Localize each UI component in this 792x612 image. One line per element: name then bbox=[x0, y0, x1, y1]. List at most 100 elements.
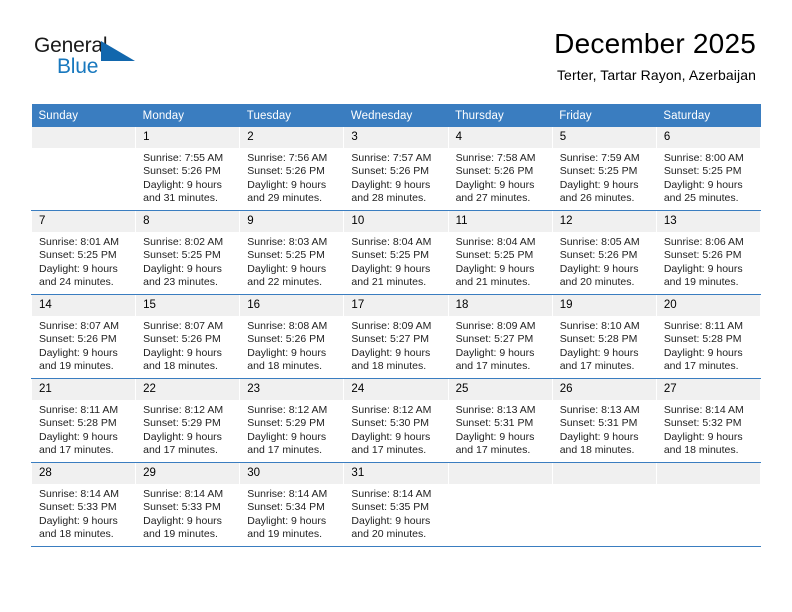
sun-info-daylight1: Daylight: 9 hours bbox=[247, 514, 327, 527]
sun-info-daylight2: and 26 minutes. bbox=[559, 191, 635, 204]
sun-info-daylight1: Daylight: 9 hours bbox=[559, 346, 639, 359]
day-cell-inner: 20 Sunrise: 8:11 AM Sunset: 5:28 PM Dayligh… bbox=[656, 295, 760, 378]
sun-info-sunset: Sunset: 5:26 PM bbox=[143, 333, 221, 346]
calendar-day-cell[interactable]: 12 Sunrise: 8:05 AM Sunset: 5:26 PM Dayligh… bbox=[551, 210, 657, 295]
calendar-day-cell[interactable]: 7 Sunrise: 8:01 AM Sunset: 5:25 PM Daylight… bbox=[30, 210, 137, 295]
calendar-day-cell[interactable]: 14 Sunrise: 8:07 AM Sunset: 5:26 PM Dayligh… bbox=[30, 294, 137, 379]
sun-info-daylight2: and 21 minutes. bbox=[455, 275, 531, 288]
calendar-day-cell[interactable]: 31 Sunrise: 8:14 AM Sunset: 5:35 PM Dayligh… bbox=[343, 462, 449, 547]
sun-info-daylight1: Daylight: 9 hours bbox=[351, 346, 431, 359]
sun-info-daylight1: Daylight: 9 hours bbox=[351, 262, 431, 275]
day-number: 18 bbox=[448, 295, 552, 316]
sun-info-daylight1: Daylight: 9 hours bbox=[663, 346, 743, 359]
day-cell-inner: 2 Sunrise: 7:56 AM Sunset: 5:26 PM Daylight… bbox=[240, 127, 344, 210]
day-cell-inner: 3 Sunrise: 7:57 AM Sunset: 5:26 PM Daylight… bbox=[344, 127, 448, 210]
calendar-day-cell[interactable]: 18 Sunrise: 8:09 AM Sunset: 5:27 PM Dayligh… bbox=[447, 294, 553, 379]
calendar-week-row: 21 Sunrise: 8:11 AM Sunset: 5:28 PM Dayligh… bbox=[30, 378, 762, 463]
sun-info-sunset: Sunset: 5:26 PM bbox=[247, 333, 325, 346]
calendar-day-cell[interactable]: 24 Sunrise: 8:12 AM Sunset: 5:30 PM Dayligh… bbox=[343, 378, 449, 463]
calendar-day-cell[interactable]: 11 Sunrise: 8:04 AM Sunset: 5:25 PM Dayligh… bbox=[447, 210, 553, 295]
sun-info-sunset: Sunset: 5:26 PM bbox=[455, 165, 534, 178]
day-number: 15 bbox=[136, 295, 240, 316]
sun-info-daylight2: and 23 minutes. bbox=[143, 275, 218, 288]
calendar-day-cell[interactable]: 27 Sunrise: 8:14 AM Sunset: 5:32 PM Dayligh… bbox=[655, 378, 762, 463]
calendar-day-cell[interactable]: 20 Sunrise: 8:11 AM Sunset: 5:28 PM Dayligh… bbox=[655, 294, 762, 379]
calendar-day-cell[interactable]: 15 Sunrise: 8:07 AM Sunset: 5:26 PM Dayligh… bbox=[135, 294, 241, 379]
sun-info-sunset: Sunset: 5:26 PM bbox=[351, 165, 430, 178]
sun-info: Sunrise: 8:14 AM Sunset: 5:35 PM Daylight:… bbox=[344, 484, 447, 541]
sun-info-daylight1: Daylight: 9 hours bbox=[143, 178, 222, 191]
weekday-header-friday: Friday bbox=[552, 104, 657, 127]
calendar-day-cell[interactable]: 10 Sunrise: 8:04 AM Sunset: 5:25 PM Dayligh… bbox=[343, 210, 449, 295]
calendar-day-cell[interactable]: 23 Sunrise: 8:12 AM Sunset: 5:29 PM Dayligh… bbox=[239, 378, 345, 463]
day-number: 5 bbox=[552, 127, 656, 148]
calendar-day-cell[interactable]: 2 Sunrise: 7:56 AM Sunset: 5:26 PM Daylight… bbox=[239, 127, 345, 211]
day-number: 21 bbox=[32, 379, 136, 400]
calendar-header-row: Sunday Monday Tuesday Wednesday Thursday Frid… bbox=[31, 104, 761, 127]
calendar-day-cell[interactable]: 13 Sunrise: 8:06 AM Sunset: 5:26 PM Dayligh… bbox=[655, 210, 762, 295]
calendar-day-cell[interactable]: 1 Sunrise: 7:55 AM Sunset: 5:26 PM Daylight… bbox=[135, 127, 241, 211]
calendar-day-cell[interactable]: 19 Sunrise: 8:10 AM Sunset: 5:28 PM Dayligh… bbox=[551, 294, 657, 379]
day-cell-inner: 9 Sunrise: 8:03 AM Sunset: 5:25 PM Daylight… bbox=[240, 211, 344, 294]
day-cell-inner: 10 Sunrise: 8:04 AM Sunset: 5:25 PM Dayligh… bbox=[344, 211, 448, 294]
sun-info-sunrise: Sunrise: 8:04 AM bbox=[455, 236, 536, 248]
sun-info-daylight1: Daylight: 9 hours bbox=[663, 430, 743, 443]
calendar-day-cell[interactable]: 28 Sunrise: 8:14 AM Sunset: 5:33 PM Dayligh… bbox=[30, 462, 137, 547]
sun-info-daylight2: and 18 minutes. bbox=[39, 527, 114, 540]
day-cell-inner: 21 Sunrise: 8:11 AM Sunset: 5:28 PM Dayligh… bbox=[32, 379, 136, 462]
sun-info-daylight2: and 17 minutes. bbox=[663, 359, 739, 372]
day-number: 14 bbox=[32, 295, 136, 316]
calendar-day-cell[interactable]: 3 Sunrise: 7:57 AM Sunset: 5:26 PM Daylight… bbox=[343, 127, 449, 211]
calendar-cell-empty bbox=[30, 127, 137, 211]
sun-info-sunset: Sunset: 5:25 PM bbox=[663, 165, 742, 178]
calendar-day-cell[interactable]: 4 Sunrise: 7:58 AM Sunset: 5:26 PM Daylight… bbox=[447, 127, 553, 211]
logo-triangle-icon bbox=[101, 41, 135, 61]
sun-info: Sunrise: 8:00 AM Sunset: 5:25 PM Daylight:… bbox=[657, 148, 760, 205]
day-number: 26 bbox=[552, 379, 656, 400]
day-number: 22 bbox=[136, 379, 240, 400]
day-cell-inner: 29 Sunrise: 8:14 AM Sunset: 5:33 PM Dayligh… bbox=[136, 463, 240, 546]
day-cell-inner bbox=[656, 463, 760, 546]
sun-info: Sunrise: 8:08 AM Sunset: 5:26 PM Daylight:… bbox=[240, 316, 343, 373]
calendar-day-cell[interactable]: 8 Sunrise: 8:02 AM Sunset: 5:25 PM Daylight… bbox=[135, 210, 241, 295]
sun-info: Sunrise: 8:07 AM Sunset: 5:26 PM Daylight:… bbox=[32, 316, 135, 373]
calendar-day-cell[interactable]: 6 Sunrise: 8:00 AM Sunset: 5:25 PM Daylight… bbox=[655, 127, 762, 211]
sun-info-sunset: Sunset: 5:32 PM bbox=[663, 417, 742, 430]
sun-info-sunset: Sunset: 5:28 PM bbox=[559, 333, 638, 346]
sun-info: Sunrise: 8:07 AM Sunset: 5:26 PM Daylight:… bbox=[136, 316, 239, 373]
day-number: 17 bbox=[344, 295, 448, 316]
day-cell-inner: 28 Sunrise: 8:14 AM Sunset: 5:33 PM Dayligh… bbox=[32, 463, 136, 546]
calendar-day-cell[interactable]: 17 Sunrise: 8:09 AM Sunset: 5:27 PM Dayligh… bbox=[343, 294, 449, 379]
calendar-day-cell[interactable]: 30 Sunrise: 8:14 AM Sunset: 5:34 PM Dayligh… bbox=[239, 462, 345, 547]
day-cell-inner: 19 Sunrise: 8:10 AM Sunset: 5:28 PM Dayligh… bbox=[552, 295, 656, 378]
sun-info-daylight1: Daylight: 9 hours bbox=[247, 262, 327, 275]
sun-info-sunrise: Sunrise: 8:10 AM bbox=[559, 320, 640, 332]
sun-info-daylight2: and 17 minutes. bbox=[455, 443, 531, 456]
sun-info-daylight1: Daylight: 9 hours bbox=[39, 262, 118, 275]
calendar-day-cell[interactable]: 21 Sunrise: 8:11 AM Sunset: 5:28 PM Dayligh… bbox=[30, 378, 137, 463]
sun-info-sunset: Sunset: 5:28 PM bbox=[663, 333, 742, 346]
sun-info-sunrise: Sunrise: 8:03 AM bbox=[247, 236, 328, 248]
sun-info-sunrise: Sunrise: 8:14 AM bbox=[247, 488, 328, 500]
calendar-day-cell[interactable]: 29 Sunrise: 8:14 AM Sunset: 5:33 PM Dayligh… bbox=[135, 462, 241, 547]
sun-info-daylight2: and 18 minutes. bbox=[559, 443, 635, 456]
sun-info-daylight1: Daylight: 9 hours bbox=[351, 514, 431, 527]
calendar-day-cell[interactable]: 26 Sunrise: 8:13 AM Sunset: 5:31 PM Dayligh… bbox=[551, 378, 657, 463]
calendar-day-cell[interactable]: 25 Sunrise: 8:13 AM Sunset: 5:31 PM Dayligh… bbox=[447, 378, 553, 463]
sun-info-daylight2: and 24 minutes. bbox=[39, 275, 114, 288]
sun-info-daylight1: Daylight: 9 hours bbox=[663, 262, 743, 275]
sun-info-sunset: Sunset: 5:31 PM bbox=[559, 417, 638, 430]
calendar-day-cell[interactable]: 5 Sunrise: 7:59 AM Sunset: 5:25 PM Daylight… bbox=[551, 127, 657, 211]
day-number: 28 bbox=[32, 463, 136, 484]
sun-info-daylight2: and 28 minutes. bbox=[351, 191, 427, 204]
generalblue-logo[interactable]: General Blue bbox=[34, 34, 154, 82]
sun-info-daylight1: Daylight: 9 hours bbox=[559, 262, 639, 275]
day-cell-inner bbox=[448, 463, 552, 546]
calendar-day-cell[interactable]: 22 Sunrise: 8:12 AM Sunset: 5:29 PM Dayligh… bbox=[135, 378, 241, 463]
weekday-header-monday: Monday bbox=[135, 104, 240, 127]
sun-info-daylight2: and 18 minutes. bbox=[247, 359, 322, 372]
calendar-day-cell[interactable]: 16 Sunrise: 8:08 AM Sunset: 5:26 PM Dayligh… bbox=[239, 294, 345, 379]
calendar-day-cell[interactable]: 9 Sunrise: 8:03 AM Sunset: 5:25 PM Daylight… bbox=[239, 210, 345, 295]
day-cell-inner: 26 Sunrise: 8:13 AM Sunset: 5:31 PM Dayligh… bbox=[552, 379, 656, 462]
sun-info-sunrise: Sunrise: 8:13 AM bbox=[559, 404, 640, 416]
